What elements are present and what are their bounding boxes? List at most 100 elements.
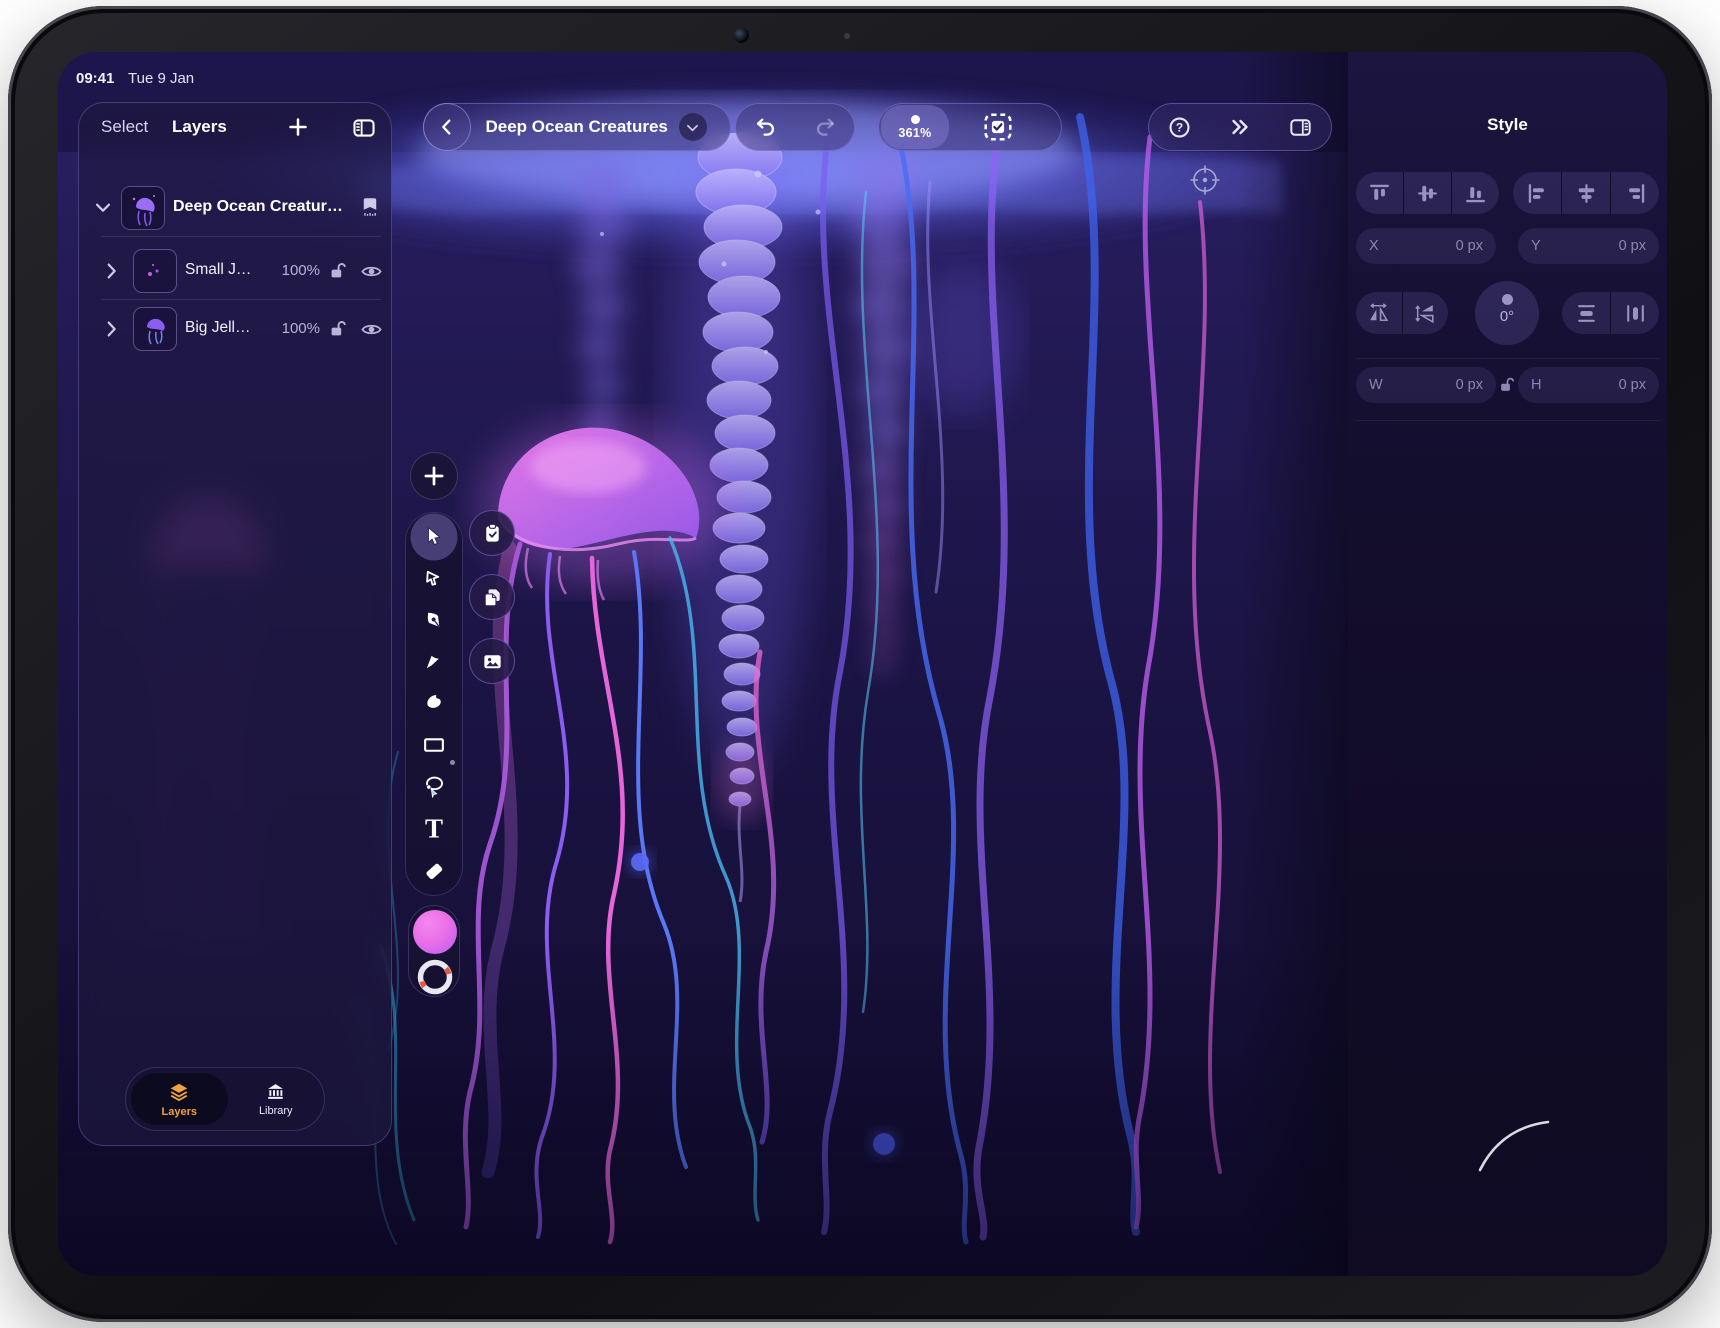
shape-tool[interactable] — [422, 733, 447, 758]
layer-opacity[interactable]: 100% — [274, 320, 320, 337]
layers-stack-icon — [168, 1081, 190, 1103]
help-button[interactable]: ? — [1167, 115, 1192, 140]
back-button[interactable] — [423, 103, 471, 151]
layer-row-big-jellyfish[interactable]: Big Jell… 100% — [79, 305, 391, 353]
color-well — [408, 905, 460, 997]
pen-tool[interactable] — [422, 608, 446, 632]
expand-tools-button[interactable] — [1228, 115, 1252, 139]
eye-icon[interactable] — [360, 318, 383, 341]
node-tool[interactable] — [423, 568, 446, 591]
paste-clipboard-button[interactable] — [469, 510, 515, 556]
copy-documents-icon — [481, 586, 504, 609]
h-label: H — [1531, 377, 1541, 393]
unlock-icon[interactable] — [327, 318, 349, 340]
duplicate-document-button[interactable] — [469, 574, 515, 620]
lasso-tool[interactable] — [422, 774, 447, 799]
chevron-right-icon[interactable] — [100, 318, 122, 340]
text-tool[interactable]: T — [425, 816, 443, 843]
align-right-icon — [1623, 181, 1648, 206]
pen-nib-icon — [422, 608, 446, 632]
fill-color-swatch[interactable] — [413, 910, 457, 954]
tab-select[interactable]: Select — [101, 117, 148, 137]
library-building-icon — [265, 1081, 286, 1102]
distribute-group — [1562, 292, 1659, 334]
divider — [1356, 358, 1660, 359]
align-middle-button[interactable] — [1403, 172, 1451, 214]
layer-thumbnail — [134, 308, 177, 351]
align-horizontal-group — [1513, 172, 1659, 214]
status-date: Tue 9 Jan — [128, 70, 194, 87]
tab-label: Layers — [162, 1106, 197, 1118]
left-sidebar-toggle-button[interactable] — [351, 115, 377, 141]
aspect-lock-icon[interactable] — [1497, 375, 1517, 395]
panel-footer-tabs: Layers Library — [125, 1067, 325, 1131]
crosshair-widget-icon — [1189, 164, 1221, 196]
x-position-field[interactable]: X 0 px — [1356, 228, 1496, 264]
stroke-color-swatch[interactable] — [416, 958, 454, 996]
right-sidebar-toggle-button[interactable] — [1288, 115, 1313, 140]
align-left-icon — [1525, 181, 1550, 206]
width-field[interactable]: W 0 px — [1356, 367, 1496, 403]
layer-name: Small J… — [185, 261, 251, 279]
flip-horizontal-icon — [1366, 301, 1391, 326]
tab-layers-footer[interactable]: Layers — [131, 1073, 228, 1125]
front-camera — [734, 28, 749, 43]
align-left-button[interactable] — [1513, 172, 1561, 214]
layer-row-artboard[interactable]: Deep Ocean Creatur… — [79, 184, 391, 232]
align-top-icon — [1367, 181, 1392, 206]
node-arrow-icon — [423, 568, 446, 591]
h-value: 0 px — [1619, 377, 1646, 393]
distribute-horizontal-button[interactable] — [1610, 292, 1659, 334]
brush-icon — [422, 691, 446, 715]
distribute-vertical-button[interactable] — [1562, 292, 1610, 334]
status-time: 09:41 — [76, 70, 114, 87]
distribute-horizontal-icon — [1623, 301, 1648, 326]
artboard-badge-icon — [359, 196, 381, 218]
style-panel-title: Style — [1348, 115, 1667, 135]
layer-row-small-jellyfish[interactable]: Small J… 100% — [79, 247, 391, 295]
eye-icon[interactable] — [360, 260, 383, 283]
align-right-button[interactable] — [1610, 172, 1659, 214]
mic-dot — [844, 33, 850, 39]
plus-icon — [421, 463, 447, 489]
align-middle-icon — [1415, 181, 1440, 206]
tool-bar: T — [405, 512, 463, 896]
align-vertical-group — [1356, 172, 1499, 214]
rotation-dial[interactable]: 0° — [1475, 281, 1539, 345]
shape-more-dot — [450, 760, 455, 765]
history-pill — [735, 103, 855, 151]
clipboard-check-icon — [481, 522, 504, 545]
image-icon — [481, 650, 504, 673]
unlock-icon[interactable] — [327, 260, 349, 282]
flip-horizontal-button[interactable] — [1356, 292, 1402, 334]
align-top-button[interactable] — [1356, 172, 1403, 214]
height-field[interactable]: H 0 px — [1518, 367, 1659, 403]
snapping-toggle-button[interactable] — [982, 111, 1028, 143]
eraser-tool[interactable] — [422, 859, 447, 884]
chevron-down-icon — [684, 119, 701, 136]
tab-layers[interactable]: Layers — [172, 117, 227, 137]
add-layer-button[interactable] — [286, 115, 310, 139]
y-position-field[interactable]: Y 0 px — [1518, 228, 1659, 264]
corner-arc-decoration — [1468, 1112, 1558, 1182]
flip-vertical-button[interactable] — [1402, 292, 1449, 334]
pencil-tool[interactable] — [423, 650, 446, 673]
select-tool[interactable] — [422, 525, 446, 549]
chevron-right-icon[interactable] — [100, 260, 122, 282]
undo-button[interactable] — [754, 115, 778, 139]
layer-opacity[interactable]: 100% — [274, 262, 320, 279]
tab-library-footer[interactable]: Library — [228, 1068, 325, 1130]
chevron-down-icon[interactable] — [92, 196, 114, 218]
redo-button[interactable] — [813, 115, 837, 139]
align-center-button[interactable] — [1561, 172, 1610, 214]
artboard-thumbnail — [122, 187, 165, 230]
brush-tool[interactable] — [422, 691, 446, 715]
zoom-level-button[interactable]: 361% — [881, 105, 949, 149]
align-bottom-button[interactable] — [1451, 172, 1499, 214]
import-image-button[interactable] — [469, 638, 515, 684]
distribute-vertical-icon — [1574, 301, 1599, 326]
layers-panel: Select Layers Deep Ocean Creatur… — [78, 102, 392, 1146]
add-object-button[interactable] — [410, 452, 458, 500]
document-menu-button[interactable] — [679, 113, 707, 141]
flip-group — [1356, 292, 1448, 334]
